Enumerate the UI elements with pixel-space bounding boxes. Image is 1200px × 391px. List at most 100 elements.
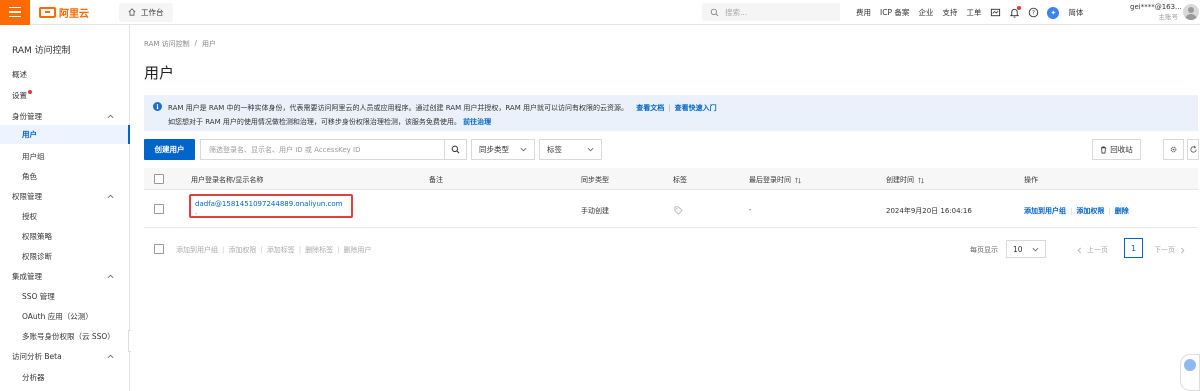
filter-input[interactable]: 筛选登录名、显示名、用户 ID 或 AccessKey ID	[200, 139, 445, 160]
settings-badge	[28, 90, 32, 94]
help-icon[interactable]: ?	[1028, 7, 1039, 18]
bulk-add-to-group[interactable]: 添加到用户组	[176, 245, 218, 255]
page-size-select[interactable]: 10	[1006, 240, 1046, 258]
menu-icon[interactable]	[0, 0, 30, 25]
message-icon[interactable]	[990, 7, 1001, 18]
col-last-login[interactable]: 最后登录时间	[749, 175, 801, 185]
sidebar-item-settings[interactable]: 设置	[12, 90, 32, 101]
sidebar-group-identity-label: 身份管理	[12, 112, 42, 121]
bell-icon[interactable]	[1009, 6, 1022, 18]
view-quickstart-link[interactable]: 查看快速入门	[675, 104, 717, 112]
chevron-up-icon	[107, 354, 114, 359]
logo[interactable]: 阿里云	[39, 5, 89, 20]
sidebar-settings-label: 设置	[12, 91, 27, 100]
breadcrumb-ram[interactable]: RAM 访问控制	[144, 39, 190, 49]
sidebar: RAM 访问控制 概述 设置 身份管理 用户 用户组 角色 权限管理 授权 权限…	[0, 25, 130, 391]
bulk-remove-tag[interactable]: 删除标签	[305, 245, 333, 255]
sidebar-item-overview[interactable]: 概述	[12, 69, 27, 80]
settings-button[interactable]	[1163, 139, 1184, 160]
col-created[interactable]: 创建时间	[886, 175, 924, 185]
chevron-left-icon	[1077, 247, 1082, 253]
language-switch[interactable]: 简体	[1068, 7, 1083, 18]
info-icon: i	[153, 102, 162, 111]
current-page-button[interactable]: 1	[1124, 238, 1143, 258]
user-login-name-link[interactable]: dadfa@1581451097244889.onaliyun.com	[195, 200, 343, 208]
select-all-checkbox[interactable]	[154, 174, 164, 184]
col-last-login-label: 最后登录时间	[749, 176, 791, 184]
tag-select[interactable]: 标签	[539, 139, 602, 160]
link-divider: |	[668, 104, 671, 112]
nav-support[interactable]: 支持	[942, 7, 957, 18]
sidebar-item-cloud-sso[interactable]: 多账号身份权限（云 SSO）	[22, 331, 115, 342]
home-icon	[128, 8, 136, 16]
sort-icon	[918, 177, 924, 183]
nav-icp[interactable]: ICP 备案	[880, 7, 909, 18]
sort-icon	[795, 177, 801, 183]
per-page-label: 每页显示	[970, 246, 998, 254]
sidebar-group-integration-label: 集成管理	[12, 272, 42, 281]
chevron-down-icon	[1032, 247, 1039, 251]
table-row: dadfa@1581451097244889.onaliyun.com - 手动…	[144, 190, 1198, 228]
sidebar-item-roles[interactable]: 角色	[22, 171, 37, 182]
sidebar-item-diagnosis[interactable]: 权限诊断	[22, 251, 52, 262]
bulk-delete-user[interactable]: 删除用户	[343, 245, 371, 255]
chevron-right-icon	[1180, 247, 1185, 253]
chevron-up-icon	[107, 274, 114, 279]
sidebar-title: RAM 访问控制	[12, 46, 71, 56]
sidebar-item-policies[interactable]: 权限策略	[22, 231, 52, 242]
sidebar-item-sso[interactable]: SSO 管理	[22, 291, 55, 302]
sidebar-group-analysis[interactable]: 访问分析 Beta	[12, 351, 114, 362]
recycle-bin-label: 回收站	[1110, 145, 1133, 154]
bulk-add-permission[interactable]: 添加权限	[228, 245, 256, 255]
sidebar-item-user-groups[interactable]: 用户组	[22, 151, 45, 162]
notice-text-1: RAM 用户是 RAM 中的一种实体身份，代表需要访问阿里云的人员或应用程序。通…	[168, 104, 628, 112]
govern-link[interactable]: 前往治理	[463, 118, 491, 126]
account-info[interactable]: gei****@163... 主账号	[1130, 2, 1182, 22]
workbench-button[interactable]: 工作台	[119, 2, 173, 22]
filter-search-button[interactable]	[444, 139, 467, 160]
next-page-button[interactable]: 下一页	[1154, 245, 1186, 255]
tag-icon[interactable]	[674, 206, 683, 215]
assistant-icon[interactable]: ✦	[1047, 6, 1060, 19]
sidebar-item-grant[interactable]: 授权	[22, 211, 37, 222]
create-user-button[interactable]: 创建用户	[144, 139, 195, 160]
col-remark: 备注	[429, 176, 443, 184]
nav-enterprise[interactable]: 企业	[918, 7, 933, 18]
prev-page-button[interactable]: 上一页	[1076, 245, 1108, 255]
bulk-actions: 添加到用户组 | 添加权限 | 添加标签 | 删除标签 | 删除用户	[176, 245, 371, 255]
refresh-button[interactable]	[1187, 139, 1199, 160]
delete-link[interactable]: 删除	[1115, 206, 1129, 216]
floating-assistant-button[interactable]	[1180, 354, 1200, 391]
prev-page-label: 上一页	[1087, 246, 1108, 254]
sidebar-group-integration[interactable]: 集成管理	[12, 271, 114, 282]
bulk-add-tag[interactable]: 添加标签	[267, 245, 295, 255]
add-permission-link[interactable]: 添加权限	[1076, 206, 1104, 216]
assistant-icon	[1184, 359, 1196, 371]
gear-icon	[1170, 146, 1177, 153]
sidebar-group-identity[interactable]: 身份管理	[12, 111, 114, 122]
nav-billing[interactable]: 费用	[856, 7, 871, 18]
page-size-value: 10	[1013, 244, 1023, 254]
logo-text: 阿里云	[59, 8, 89, 20]
bulk-divider: |	[298, 246, 302, 254]
search-input[interactable]: 搜索...	[702, 3, 840, 21]
tag-select-label: 标签	[547, 145, 562, 154]
bulk-divider: |	[222, 246, 225, 254]
sidebar-group-permission[interactable]: 权限管理	[12, 191, 114, 202]
add-to-group-link[interactable]: 添加到用户组	[1024, 206, 1066, 216]
recycle-bin-button[interactable]: 回收站	[1092, 139, 1141, 160]
sidebar-item-oauth[interactable]: OAuth 应用（公测）	[22, 311, 93, 322]
view-docs-link[interactable]: 查看文档	[636, 104, 664, 112]
notification-dot	[1017, 6, 1022, 10]
sync-type-select[interactable]: 同步类型	[471, 139, 535, 160]
page-title: 用户	[144, 64, 175, 82]
chevron-down-icon	[520, 147, 527, 152]
nav-ticket[interactable]: 工单	[966, 7, 981, 18]
sidebar-item-analyzer[interactable]: 分析器	[22, 372, 45, 383]
row-checkbox[interactable]	[154, 204, 164, 214]
account-name: gei****@163...	[1130, 3, 1182, 11]
avatar[interactable]	[1183, 4, 1199, 20]
sidebar-item-users[interactable]: 用户	[0, 125, 130, 144]
trash-icon	[1101, 146, 1107, 153]
footer-select-all-checkbox[interactable]	[154, 244, 164, 254]
